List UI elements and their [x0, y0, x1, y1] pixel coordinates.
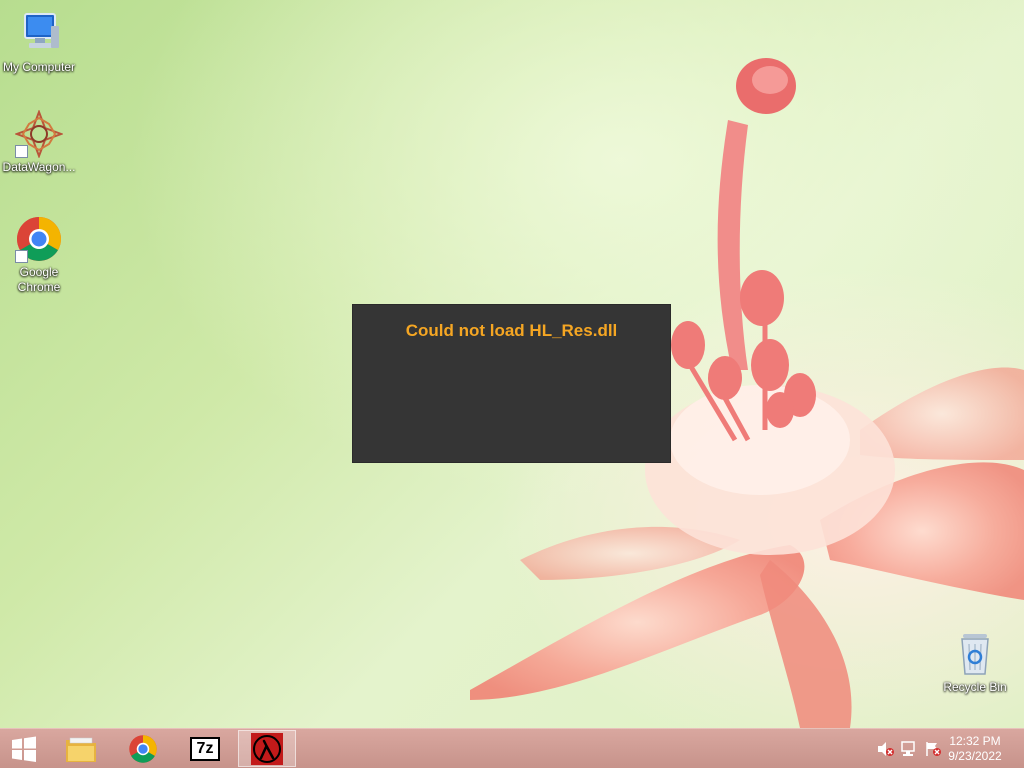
shortcut-arrow-icon — [15, 145, 28, 158]
desktop-icon-my-computer[interactable]: My Computer — [0, 10, 78, 75]
desktop-icon-google-chrome[interactable]: Google Chrome — [0, 215, 78, 295]
taskbar-half-life[interactable] — [238, 730, 296, 767]
taskbar-file-explorer[interactable] — [52, 730, 110, 767]
clock[interactable]: 12:32 PM 9/23/2022 — [940, 734, 1010, 764]
desktop-icon-label: My Computer — [2, 60, 76, 74]
clock-time: 12:32 PM — [949, 734, 1001, 748]
taskbar-7zip[interactable]: 7z — [176, 730, 234, 767]
desktop: My Computer DataWagon... Google Chrome R… — [0, 0, 1024, 728]
computer-icon — [15, 10, 63, 58]
shortcut-arrow-icon — [15, 250, 28, 263]
7zip-icon-text: 7z — [196, 739, 214, 757]
desktop-icon-datawagon[interactable]: DataWagon... — [0, 109, 78, 175]
chrome-icon — [15, 215, 63, 263]
desktop-icon-label: Recycle Bin — [943, 680, 1007, 694]
recycle-bin-icon — [951, 630, 999, 678]
taskbar-google-chrome[interactable] — [114, 730, 172, 767]
volume-muted-icon[interactable] — [876, 741, 894, 757]
datawagon-icon — [14, 109, 64, 159]
network-icon[interactable] — [900, 741, 918, 757]
7zip-icon: 7z — [190, 736, 220, 761]
error-dialog[interactable]: Could not load HL_Res.dll — [352, 304, 671, 463]
system-tray: 12:32 PM 9/23/2022 — [864, 729, 1024, 769]
file-explorer-icon — [66, 737, 96, 762]
chrome-icon — [129, 734, 157, 763]
desktop-icon-label: Google Chrome — [17, 265, 61, 294]
taskbar: 7z 12:32 PM 9/23/2022 — [0, 728, 1024, 768]
start-button[interactable] — [0, 730, 48, 767]
error-message: Could not load HL_Res.dll — [405, 321, 618, 340]
desktop-icon-recycle-bin[interactable]: Recycle Bin — [936, 630, 1014, 695]
desktop-icon-label: DataWagon... — [2, 160, 76, 174]
clock-date: 9/23/2022 — [948, 749, 1002, 763]
half-life-lambda-icon — [251, 732, 283, 765]
start-windows-icon — [12, 736, 36, 762]
